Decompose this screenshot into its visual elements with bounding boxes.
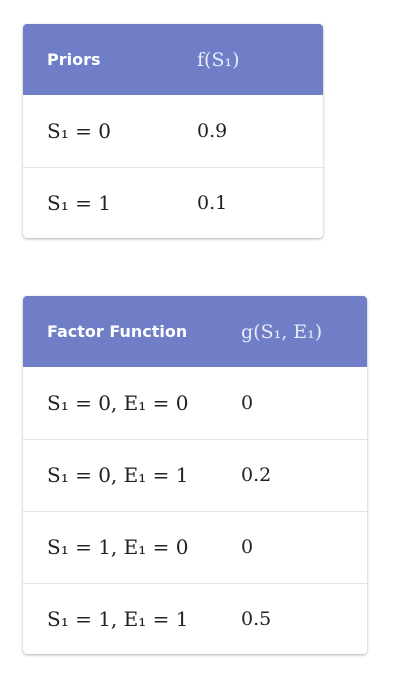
g-column-header: g(S₁, E₁) xyxy=(241,320,323,343)
table-row: S₁ = 0, E₁ = 1 0.2 xyxy=(23,438,367,511)
table-row: S₁ = 0, E₁ = 0 0 xyxy=(23,367,367,439)
priors-table-card: Priors f(S₁) S₁ = 0 0.9 S₁ = 1 0.1 xyxy=(23,24,323,238)
priors-header-row: Priors f(S₁) xyxy=(23,24,323,95)
factor-function-table: Factor Function g(S₁, E₁) S₁ = 0, E₁ = 0… xyxy=(23,296,367,654)
table-row: S₁ = 1 0.1 xyxy=(23,166,323,238)
priors-table: Priors f(S₁) S₁ = 0 0.9 S₁ = 1 0.1 xyxy=(23,24,323,238)
value-cell: 0 xyxy=(217,510,367,583)
f-column-header: f(S₁) xyxy=(197,48,240,71)
condition-cell: S₁ = 0 xyxy=(47,118,111,143)
value-cell: 0.9 xyxy=(197,119,228,142)
table-row: S₁ = 0 0.9 xyxy=(23,95,323,167)
value-cell: 0.5 xyxy=(217,582,367,654)
factor-function-column-header: Factor Function xyxy=(47,322,188,341)
condition-cell: S₁ = 0, E₁ = 0 xyxy=(47,390,189,415)
priors-column-header: Priors xyxy=(47,50,101,69)
value-cell: 0.1 xyxy=(173,166,323,238)
table-row: S₁ = 1, E₁ = 0 0 xyxy=(23,510,367,583)
factor-header-row: Factor Function g(S₁, E₁) xyxy=(23,296,367,367)
factor-function-table-card: Factor Function g(S₁, E₁) S₁ = 0, E₁ = 0… xyxy=(23,296,367,654)
condition-cell: S₁ = 1 xyxy=(23,166,173,238)
table-row: S₁ = 1, E₁ = 1 0.5 xyxy=(23,582,367,654)
condition-cell: S₁ = 1, E₁ = 1 xyxy=(23,582,217,654)
value-cell: 0.2 xyxy=(217,438,367,511)
value-cell: 0 xyxy=(241,391,254,414)
condition-cell: S₁ = 1, E₁ = 0 xyxy=(23,510,217,583)
condition-cell: S₁ = 0, E₁ = 1 xyxy=(23,438,217,511)
